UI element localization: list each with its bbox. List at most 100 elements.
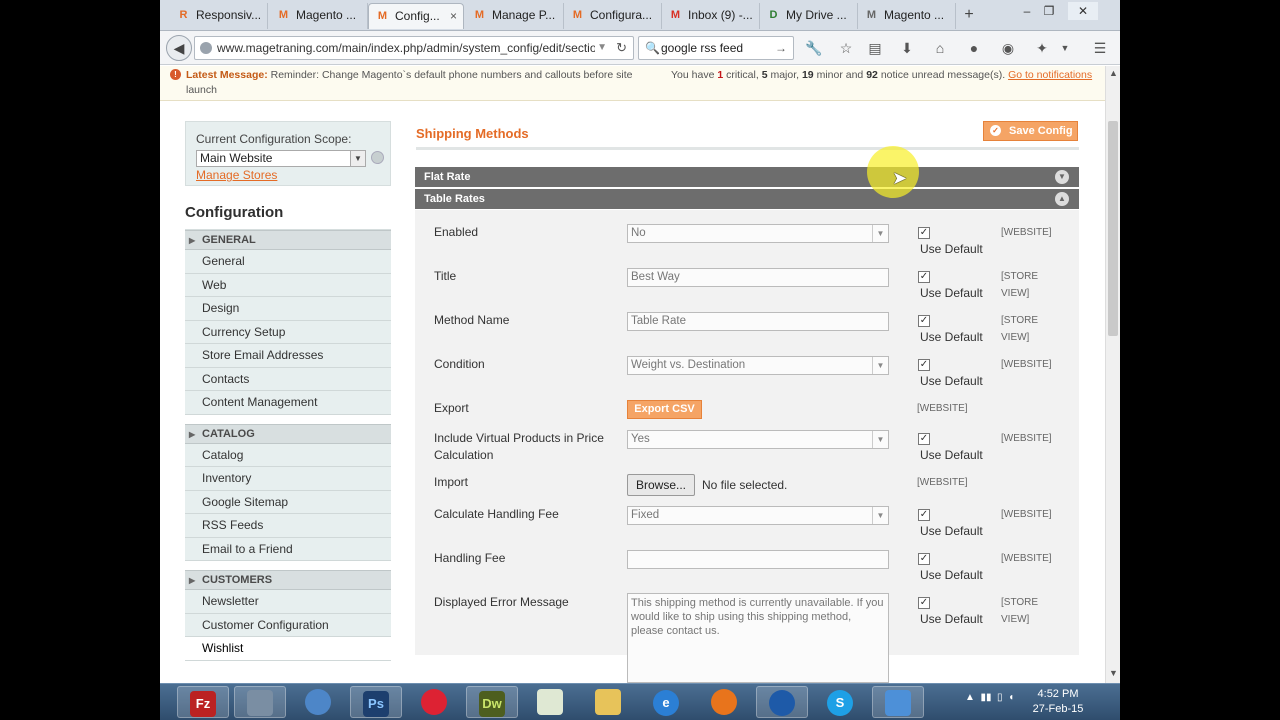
restore-icon[interactable]: ❐ (1040, 2, 1058, 20)
taskbar-photoshop[interactable]: Ps (350, 686, 402, 718)
bookmark-star-icon[interactable]: ☆ (834, 36, 858, 60)
sidebar-item-web[interactable]: Web (185, 273, 391, 297)
close-window-icon[interactable]: ✕ (1068, 2, 1098, 20)
tab-manage-products[interactable]: M Manage P... (466, 3, 564, 29)
taskbar-explorer[interactable] (582, 686, 634, 718)
sidebar-item-content-management[interactable]: Content Management (185, 391, 391, 415)
error-message-textarea[interactable]: This shipping method is currently unavai… (627, 593, 889, 683)
new-tab-button[interactable]: + (958, 4, 980, 26)
method-name-input[interactable]: Table Rate (627, 312, 889, 331)
download-icon[interactable]: ⬇ (895, 36, 919, 60)
taskbar-skype[interactable]: S (814, 686, 866, 718)
use-default-checkbox[interactable]: ✓ (918, 597, 930, 609)
section-header-flat-rate[interactable]: Flat Rate ▼ (415, 167, 1079, 187)
scroll-up-icon[interactable]: ▲ (1106, 68, 1120, 78)
battery-icon[interactable]: ▯ (997, 692, 1003, 703)
condition-select[interactable]: Weight vs. Destination ▼ (627, 356, 889, 375)
volume-icon[interactable]: ◖ (1008, 692, 1014, 703)
addon-icon[interactable]: ◉ (996, 36, 1020, 60)
sidebar-item-customer-config[interactable]: Customer Configuration (185, 613, 391, 637)
url-dropdown-icon[interactable]: ▼ (597, 37, 607, 59)
sidebar-item-rss-feeds[interactable]: RSS Feeds (185, 514, 391, 538)
network-icon[interactable]: ▮▮ (980, 692, 991, 703)
taskbar-app-7[interactable] (524, 686, 576, 718)
chat-icon[interactable]: ● (962, 36, 986, 60)
minor-count: 19 (801, 69, 814, 81)
sidebar-item-catalog[interactable]: Catalog (185, 443, 391, 467)
reader-icon[interactable]: ▤ (863, 36, 887, 60)
taskbar-dreamweaver[interactable]: Dw (466, 686, 518, 718)
sidebar-item-design[interactable]: Design (185, 297, 391, 321)
use-default-checkbox[interactable]: ✓ (918, 553, 930, 565)
use-default-checkbox[interactable]: ✓ (918, 227, 930, 239)
tab-responsive[interactable]: R Responsiv... (170, 3, 268, 29)
sidebar-item-general[interactable]: General (185, 250, 391, 274)
page-scrollbar[interactable]: ▲ ▼ (1105, 66, 1120, 683)
taskbar-firefox[interactable] (698, 686, 750, 718)
minimize-icon[interactable]: – (1018, 2, 1036, 20)
wrench-icon[interactable]: 🔧 (802, 36, 826, 60)
browse-button[interactable]: Browse... (627, 474, 695, 496)
extension-dropdown-icon[interactable]: ▼ (1053, 36, 1077, 60)
enabled-select[interactable]: No ▼ (627, 224, 889, 243)
sidebar-item-currency-setup[interactable]: Currency Setup (185, 320, 391, 344)
sidebar-item-wishlist[interactable]: Wishlist (185, 637, 391, 661)
use-default-checkbox[interactable]: ✓ (918, 359, 930, 371)
handling-fee-type-select[interactable]: Fixed ▼ (627, 506, 889, 525)
sidebar-item-inventory[interactable]: Inventory (185, 467, 391, 491)
sidebar-section-catalog[interactable]: ▶ CATALOG (185, 423, 391, 444)
reload-icon[interactable]: ↻ (616, 37, 627, 59)
collapse-icon[interactable]: ▲ (1055, 192, 1069, 206)
save-config-button[interactable]: ✓ Save Config (983, 121, 1078, 141)
tab-magento-2[interactable]: M Magento ... (858, 3, 956, 29)
sidebar-section-customers[interactable]: ▶ CUSTOMERS (185, 570, 391, 590)
firefox-icon (711, 689, 737, 715)
home-icon[interactable]: ⌂ (928, 36, 952, 60)
sidebar-section-general[interactable]: ▶ GENERAL (185, 230, 391, 250)
scroll-down-icon[interactable]: ▼ (1106, 668, 1120, 678)
use-default-checkbox[interactable]: ✓ (918, 315, 930, 327)
sidebar-item-email-friend[interactable]: Email to a Friend (185, 537, 391, 561)
tab-configuration[interactable]: M Configura... (564, 3, 662, 29)
taskbar-chrome[interactable] (408, 686, 460, 718)
taskbar-ie[interactable]: e (640, 686, 692, 718)
manage-stores-link[interactable]: Manage Stores (196, 168, 277, 182)
sidebar-item-google-sitemap[interactable]: Google Sitemap (185, 490, 391, 514)
go-to-notifications-link[interactable]: Go to notifications (1008, 69, 1092, 81)
use-default-checkbox[interactable]: ✓ (918, 433, 930, 445)
help-icon[interactable] (371, 151, 384, 164)
scroll-thumb[interactable] (1108, 121, 1118, 336)
taskbar-app-13[interactable] (872, 686, 924, 718)
search-go-icon[interactable]: → (775, 37, 787, 59)
expand-icon[interactable]: ▼ (1055, 170, 1069, 184)
taskbar-clock[interactable]: 4:52 PM 27-Feb-15 (1028, 687, 1088, 717)
taskbar-app-2[interactable] (234, 686, 286, 718)
address-bar[interactable]: www.magetraning.com/main/index.php/admin… (194, 36, 634, 60)
menu-icon[interactable]: ☰ (1088, 36, 1112, 60)
back-arrow-icon[interactable]: ◀ (166, 35, 192, 61)
handling-fee-input[interactable] (627, 550, 889, 569)
title-input[interactable]: Best Way (627, 268, 889, 287)
search-box[interactable]: 🔍 google rss feed → (638, 36, 794, 60)
taskbar-filezilla[interactable]: Fz (177, 686, 229, 718)
tab-inbox[interactable]: M Inbox (9) -... (662, 3, 760, 29)
sidebar-item-newsletter[interactable]: Newsletter (185, 590, 391, 614)
sidebar-item-contacts[interactable]: Contacts (185, 367, 391, 391)
tab-close-icon[interactable]: × (450, 4, 457, 29)
tray-arrow-icon[interactable]: ▲ (965, 692, 975, 703)
section-header-table-rates[interactable]: Table Rates ▲ (415, 189, 1079, 209)
export-csv-button[interactable]: Export CSV (627, 400, 702, 419)
use-default-checkbox[interactable]: ✓ (918, 271, 930, 283)
use-default-checkbox[interactable]: ✓ (918, 509, 930, 521)
url-text[interactable]: www.magetraning.com/main/index.php/admin… (217, 37, 595, 59)
extension-icon[interactable]: ✦ (1030, 36, 1054, 60)
include-virtual-select[interactable]: Yes ▼ (627, 430, 889, 449)
tab-magento-1[interactable]: M Magento ... (270, 3, 368, 29)
sidebar-item-store-email[interactable]: Store Email Addresses (185, 344, 391, 368)
taskbar-app-11[interactable] (756, 686, 808, 718)
scope-select[interactable]: Main Website ▼ (196, 150, 366, 167)
search-input[interactable]: google rss feed (661, 37, 743, 59)
taskbar-app-3[interactable] (292, 686, 344, 718)
tab-config-active[interactable]: M Config... × (368, 3, 464, 29)
tab-my-drive[interactable]: D My Drive ... (760, 3, 858, 29)
